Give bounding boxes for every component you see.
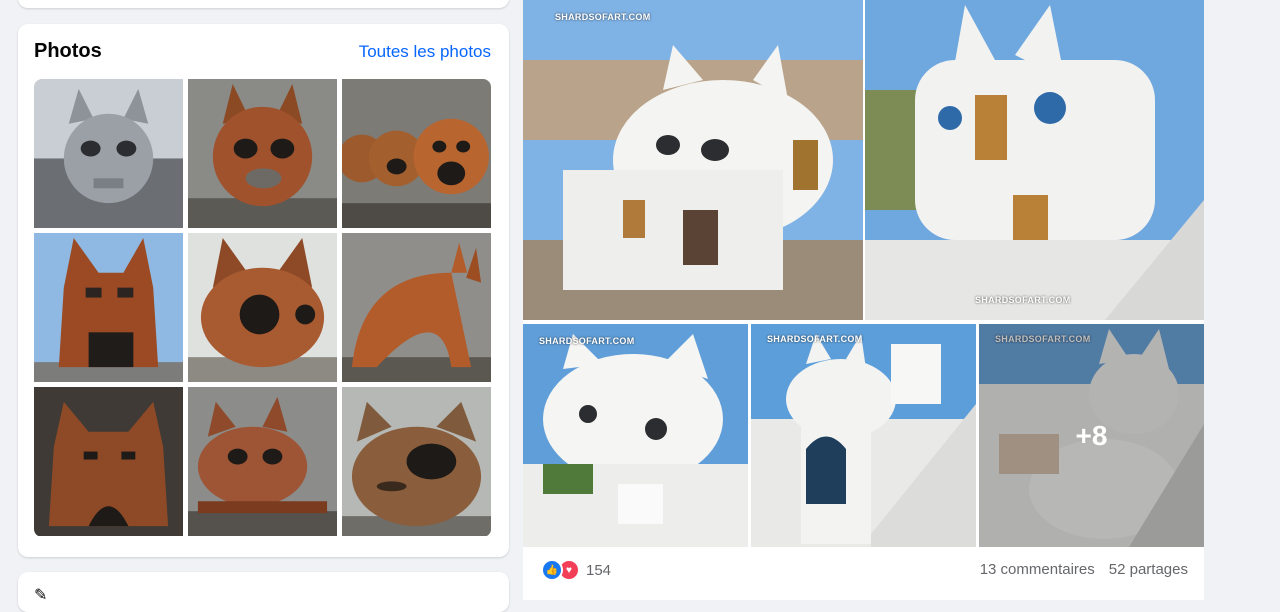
see-all-photos-link[interactable]: Toutes les photos [359,42,491,62]
photos-grid [34,79,491,537]
rusty-cat-sphere-icon [188,79,337,228]
rusty-cat-dome-icon [188,233,337,382]
rusty-cat-vehicle-icon [188,387,337,536]
rusty-cat-pod-icon [342,387,491,536]
next-card: ✎ [18,572,509,612]
photos-title: Photos [34,40,102,62]
watermark: SHARDSOFART.COM [555,12,651,22]
rusty-cat-arch-icon [342,233,491,382]
watermark: SHARDSOFART.COM [539,336,635,346]
photo-thumbnail-rusty-cat-arch[interactable] [342,233,491,382]
reaction-count: 154 [586,561,612,579]
watermark: SHARDSOFART.COM [975,295,1071,305]
post-card: SHARDSOFART.COM SHARDSOFART.COM SHARDSOF… [523,0,1204,600]
photo-thumbnail-rusty-cat-vehicle[interactable] [188,387,337,536]
photo-thumbnail-rusty-cat-building[interactable] [34,233,183,382]
photo-thumbnail-rusty-cat-dome[interactable] [188,233,337,382]
post-image-5[interactable]: SHARDSOFART.COM +8 [979,324,1204,547]
reactions-summary[interactable]: 👍 ♥ 154 [541,559,612,581]
photo-thumbnail-rusty-cat-sphere[interactable] [188,79,337,228]
post-image-3[interactable]: SHARDSOFART.COM [523,324,748,547]
white-cat-house-icon [523,324,748,547]
rusty-cat-tanks-icon [342,79,491,228]
photo-thumbnail-rusty-cat-pod[interactable] [342,387,491,536]
rusty-cat-building-icon [34,233,183,382]
white-cat-house-santorini-icon [523,0,863,320]
more-photos-overlay[interactable]: +8 [979,324,1204,547]
watermark: SHARDSOFART.COM [767,334,863,344]
white-cat-house-santorini-icon [865,0,1204,320]
white-cat-stairs-icon [751,324,976,547]
like-icon: 👍 [541,559,563,581]
photos-card: Photos Toutes les photos [18,24,509,557]
shares-count-link[interactable]: 52 partages [1109,561,1188,578]
photo-thumbnail-metal-cat[interactable] [34,79,183,228]
photo-thumbnail-rusty-cat-structure[interactable] [34,387,183,536]
rusty-cat-structure-icon [34,387,183,536]
section-icon: ✎ [34,587,48,604]
post-image-2[interactable]: SHARDSOFART.COM [865,0,1204,320]
post-stats: 13 commentaires 52 partages [980,561,1188,578]
photo-thumbnail-rusty-cat-tanks[interactable] [342,79,491,228]
previous-card [18,0,509,8]
more-photos-count: +8 [1075,419,1108,451]
metal-cat-sculpture-icon [34,79,183,228]
post-image-1[interactable]: SHARDSOFART.COM [523,0,863,320]
comments-count-link[interactable]: 13 commentaires [980,561,1095,578]
post-image-4[interactable]: SHARDSOFART.COM [751,324,976,547]
